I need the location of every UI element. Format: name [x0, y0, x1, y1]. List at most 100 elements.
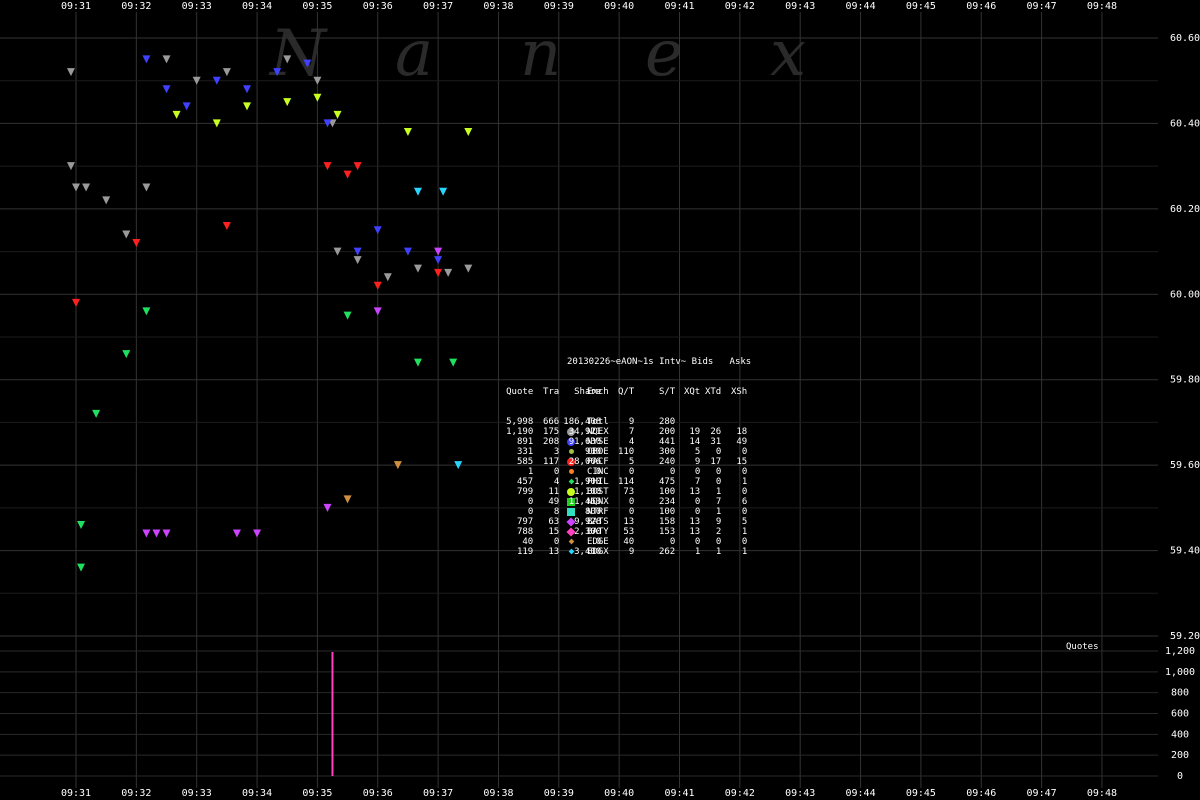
exchange-symbol-icon — [567, 508, 575, 516]
stats-cell-xqt: 0 — [694, 507, 701, 517]
quote-mark-nqex — [464, 264, 473, 273]
stats-cell-st: 100 — [658, 507, 676, 517]
stats-cell-tra: 4 — [553, 477, 560, 487]
x-tick-label: 09:31 — [61, 788, 91, 799]
stats-cell-qt: 13 — [623, 517, 635, 527]
quote-mark-nqex — [444, 268, 453, 277]
stats-row: EDGX 119 13 3,400 9 262 1 1 1 — [517, 547, 751, 557]
stats-cell-xsh: 0 — [741, 537, 748, 547]
stats-cell-tra: 3 — [553, 447, 560, 457]
stats-col-header: Tra — [542, 387, 560, 397]
y-tick-label: 60.40 — [1170, 118, 1200, 129]
stats-cell-st: 240 — [658, 457, 676, 467]
stats-cell-xtd: 7 — [715, 497, 722, 507]
quote-mark-nyse — [373, 226, 382, 235]
stats-cell-tra: 63 — [548, 517, 560, 527]
stats-row: NQNX 0 49 11,463 0 234 0 7 6 — [528, 497, 751, 507]
quote-mark-phil — [413, 358, 422, 367]
stats-cell-xsh: 1 — [741, 477, 748, 487]
stats-cell-share: 0 — [595, 537, 602, 547]
stats-cell-tra: 13 — [548, 547, 560, 557]
quote-mark-bost — [172, 110, 181, 119]
quote-mark-phil — [142, 307, 151, 316]
quote-mark-phil — [77, 520, 86, 529]
stats-cell-quote: 799 — [516, 487, 534, 497]
stats-cell-st: 475 — [658, 477, 676, 487]
stats-cell-qt: 9 — [628, 417, 635, 427]
x-tick-label: 09:39 — [544, 1, 574, 12]
quote-mark-edge — [343, 495, 352, 504]
y-tick-label: 60.20 — [1170, 204, 1200, 215]
stats-cell-tra: 208 — [542, 437, 560, 447]
quote-mark-pacf — [72, 298, 80, 307]
stats-cell-st: 0 — [669, 537, 676, 547]
stats-cell-share: 800 — [584, 507, 602, 517]
quote-mark-phil — [92, 409, 101, 418]
stats-cell-xqt: 0 — [694, 467, 701, 477]
y-tick-label: 59.80 — [1170, 375, 1200, 386]
x-tick-label: 09:36 — [363, 1, 393, 12]
stats-cell-share: 1,100 — [574, 487, 602, 497]
stats-row: BATS 797 63 9,928 13 158 13 9 5 — [517, 517, 751, 527]
stats-cell-share: 1,900 — [574, 477, 602, 487]
stats-cell-tra: 0 — [553, 537, 560, 547]
quote-mark-nqex — [353, 256, 362, 265]
stats-cell-xsh: 0 — [741, 447, 748, 457]
x-tick-label: 09:41 — [664, 1, 694, 12]
watermark-letter: e — [645, 17, 683, 91]
quotes-panel-label: Quotes — [1066, 642, 1099, 652]
quote-mark-pacf — [343, 170, 352, 179]
x-tick-label: 09:35 — [302, 1, 332, 12]
quote-mark-edgx — [413, 187, 422, 196]
quote-mark-bats — [152, 529, 161, 538]
exchange-symbol-icon — [569, 469, 574, 474]
stats-cell-quote: 457 — [516, 477, 534, 487]
stats-column-header: Exch Quote Tra Share Q/T S/T XQt XTd XSh — [506, 387, 751, 397]
stats-cell-xsh: 6 — [741, 497, 748, 507]
y-tick-label: 60.60 — [1170, 33, 1200, 44]
stats-col-header: XSh — [730, 387, 748, 397]
quote-mark-nqex — [72, 183, 80, 192]
x-tick-label: 09:48 — [1087, 788, 1117, 799]
stats-row: Totl 5,998 666 186,408 9 280 — [506, 417, 751, 427]
x-tick-label: 09:43 — [785, 788, 815, 799]
volume-tick-label: 200 — [1171, 750, 1189, 761]
stats-cell-tra: 117 — [542, 457, 560, 467]
quote-marks — [66, 55, 473, 572]
x-tick-label: 09:41 — [664, 788, 694, 799]
x-tick-label: 09:46 — [966, 788, 996, 799]
stats-cell-st: 300 — [658, 447, 676, 457]
y-tick-label: 59.60 — [1170, 460, 1200, 471]
quote-mark-pacf — [434, 268, 443, 277]
stats-cell-quote: 1,190 — [506, 427, 534, 437]
stats-cell-xtd: 1 — [715, 487, 722, 497]
exchange-symbol-icon — [569, 449, 574, 454]
stats-row: CINC 1 0 0 0 0 0 0 0 — [528, 467, 751, 477]
quote-mark-nyse — [242, 85, 251, 94]
stats-cell-xtd: 0 — [715, 447, 722, 457]
quote-mark-bost — [242, 102, 251, 111]
stats-cell-share: 900 — [584, 447, 602, 457]
y-axis-quotes: 1,200 1,000 800 600 400 200 0 — [1165, 646, 1195, 782]
stats-header: 20130226~eAON~1s Intv~ Bids Asks — [567, 357, 752, 367]
stats-cell-qt: 9 — [628, 547, 635, 557]
volume-tick-label: 400 — [1171, 729, 1189, 740]
quote-mark-bost — [333, 110, 342, 119]
stats-row: EDGE 40 0 0 40 0 0 0 0 — [522, 537, 751, 547]
stats-cell-qt: 40 — [623, 537, 635, 547]
quote-mark-nqex — [413, 264, 422, 273]
x-tick-label: 09:46 — [966, 1, 996, 12]
stats-cell-quote: 40 — [522, 537, 534, 547]
stats-cell-quote: 0 — [527, 497, 534, 507]
x-tick-label: 09:47 — [1027, 788, 1057, 799]
x-tick-label: 09:34 — [242, 788, 272, 799]
quote-mark-nyse — [142, 55, 151, 64]
stats-cell-xsh: 1 — [741, 547, 748, 557]
x-tick-label: 09:35 — [302, 788, 332, 799]
stats-row: CBOE 331 3 900 110 300 5 0 0 — [517, 447, 751, 457]
stats-cell-xtd: 1 — [715, 547, 722, 557]
quote-mark-bats — [232, 529, 241, 538]
quote-mark-phil — [343, 311, 352, 320]
stats-cell-st: 200 — [658, 427, 676, 437]
stats-cell-tra: 0 — [553, 467, 560, 477]
